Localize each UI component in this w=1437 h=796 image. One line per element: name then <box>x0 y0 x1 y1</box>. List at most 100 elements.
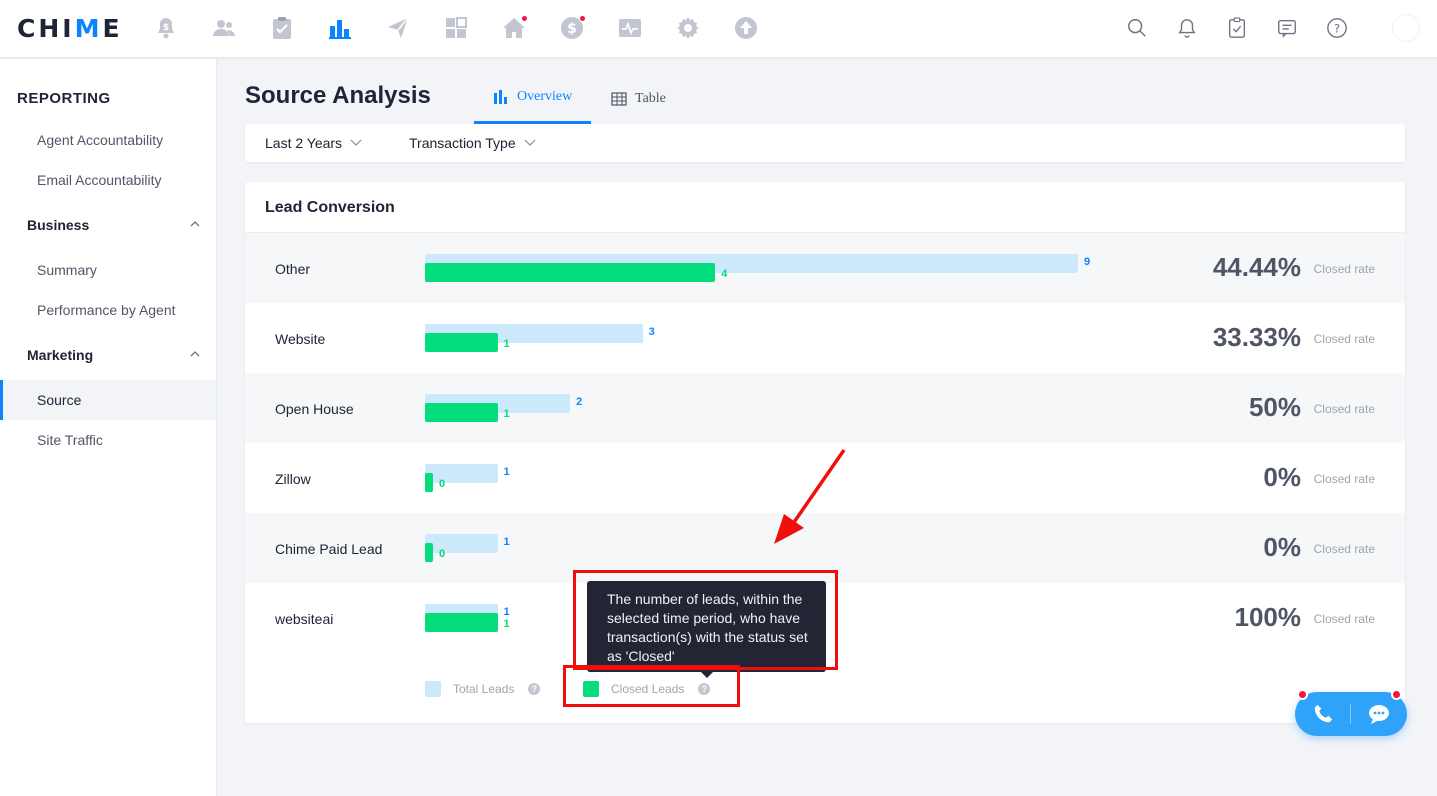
table-icon <box>611 91 627 106</box>
closed-rate-label: Closed rate <box>1313 262 1375 276</box>
total-leads-value: 1 <box>503 606 510 618</box>
closed-leads-value: 4 <box>721 268 728 280</box>
closed-leads-bar[interactable] <box>425 263 716 282</box>
chat-button[interactable] <box>1366 701 1392 727</box>
closed-leads-bar[interactable] <box>425 473 433 492</box>
sidebar-item-source[interactable]: Source <box>0 380 216 420</box>
sidebar-item-performance-by-agent[interactable]: Performance by Agent <box>0 290 216 330</box>
chevron-down-icon <box>524 139 536 146</box>
closed-leads-value: 1 <box>503 338 510 350</box>
notification-dot <box>579 15 586 22</box>
tab-label: Table <box>635 90 666 106</box>
divider <box>1350 704 1351 724</box>
source-label: Zillow <box>275 471 311 487</box>
sidebar-item-summary[interactable]: Summary <box>0 250 216 290</box>
total-leads-bar[interactable] <box>425 464 498 483</box>
reporting-icon[interactable] <box>327 15 353 41</box>
chevron-up-icon <box>190 351 200 357</box>
tasks-icon[interactable] <box>269 15 295 41</box>
bar-chart-icon <box>494 90 507 104</box>
closed-rate-label: Closed rate <box>1313 612 1375 626</box>
sidebar-group-marketing[interactable]: Marketing <box>0 335 216 375</box>
closed-rate-value: 0% <box>1263 462 1301 492</box>
site-builder-icon[interactable] <box>443 15 469 41</box>
chime-logo[interactable]: CHIME <box>17 14 123 43</box>
sidebar-group-label: Business <box>27 217 90 233</box>
closed-leads-value: 0 <box>439 548 446 560</box>
leads-icon[interactable]: $ <box>153 15 179 41</box>
upgrade-icon[interactable] <box>733 15 759 41</box>
sidebar-item-site-traffic[interactable]: Site Traffic <box>0 420 216 460</box>
closed-leads-value: 1 <box>503 408 510 420</box>
closed-rate-label: Closed rate <box>1313 332 1375 346</box>
filter-bar: Last 2 Years Transaction Type <box>245 124 1405 162</box>
tab-label: Overview <box>517 89 573 104</box>
notifications-bell-icon[interactable] <box>1175 16 1199 40</box>
annotation-box-tooltip <box>573 570 838 670</box>
table-row: Website 3 1 33.33% Closed rate <box>245 303 1405 373</box>
sidebar-item-agent-accountability[interactable]: Agent Accountability <box>0 120 216 160</box>
tab-table[interactable]: Table <box>611 73 666 124</box>
messages-icon[interactable] <box>1275 16 1299 40</box>
help-icon[interactable]: ? <box>528 683 541 695</box>
contact-widget <box>1295 689 1407 736</box>
phone-button[interactable] <box>1310 701 1336 727</box>
marketing-icon[interactable] <box>385 15 411 41</box>
source-label: Website <box>275 331 326 347</box>
filter-label: Transaction Type <box>409 135 516 151</box>
total-leads-bar[interactable] <box>425 534 498 553</box>
table-row: Other 9 4 44.44% Closed rate <box>245 233 1405 303</box>
total-leads-value: 2 <box>576 396 583 408</box>
chat-icon <box>1369 705 1389 724</box>
closed-leads-bar[interactable] <box>425 403 498 422</box>
svg-text:?: ? <box>1334 22 1340 36</box>
notification-dot <box>521 15 528 22</box>
settings-icon[interactable] <box>675 15 701 41</box>
source-label: Chime Paid Lead <box>275 541 383 557</box>
date-range-filter[interactable]: Last 2 Years <box>265 124 362 162</box>
table-row: Open House 2 1 50% Closed rate <box>245 373 1405 443</box>
closed-rate-value: 44.44% <box>1212 252 1301 282</box>
help-icon[interactable]: ? <box>1325 16 1349 40</box>
svg-text:$: $ <box>163 23 169 33</box>
closed-leads-bar[interactable] <box>425 613 498 632</box>
sidebar: REPORTING Agent Accountability Email Acc… <box>0 59 217 796</box>
sidebar-group-label: Marketing <box>27 347 94 363</box>
legend-label: Total Leads <box>453 682 515 696</box>
chevron-down-icon <box>350 139 362 146</box>
closed-leads-value: 0 <box>439 478 446 490</box>
notification-dot <box>1297 689 1308 700</box>
sidebar-item-email-accountability[interactable]: Email Accountability <box>0 160 216 200</box>
task-list-icon[interactable] <box>1225 16 1249 40</box>
transactions-icon[interactable]: $ <box>559 15 586 41</box>
listings-icon[interactable] <box>501 15 528 41</box>
chevron-up-icon <box>190 221 200 227</box>
phone-icon <box>1314 704 1333 723</box>
sidebar-title: REPORTING <box>17 90 111 107</box>
closed-rate-label: Closed rate <box>1313 402 1375 416</box>
closed-leads-bar[interactable] <box>425 333 498 352</box>
closed-rate-value: 100% <box>1234 602 1302 632</box>
closed-rate-label: Closed rate <box>1313 472 1375 486</box>
total-leads-value: 1 <box>503 466 510 478</box>
source-label: Open House <box>275 401 354 417</box>
closed-leads-value: 1 <box>503 618 510 630</box>
legend-swatch <box>425 681 441 697</box>
closed-rate-value: 0% <box>1263 532 1301 562</box>
closed-rate-value: 50% <box>1248 392 1301 422</box>
closed-rate-value: 33.33% <box>1212 322 1301 352</box>
closed-leads-bar[interactable] <box>425 543 433 562</box>
people-icon[interactable] <box>211 15 237 41</box>
annotation-arrow <box>774 449 846 544</box>
tab-overview[interactable]: Overview <box>474 73 591 124</box>
total-leads-value: 9 <box>1084 256 1091 268</box>
filter-label: Last 2 Years <box>265 135 343 151</box>
user-avatar[interactable] <box>1392 14 1420 42</box>
source-label: websiteai <box>275 611 334 627</box>
sidebar-group-business[interactable]: Business <box>0 205 216 245</box>
top-bar: CHIME $ $ ? <box>0 0 1437 58</box>
search-icon[interactable] <box>1125 16 1149 40</box>
annotation-box-legend <box>563 665 740 707</box>
transaction-type-filter[interactable]: Transaction Type <box>409 124 536 162</box>
analytics-icon[interactable] <box>617 15 643 41</box>
